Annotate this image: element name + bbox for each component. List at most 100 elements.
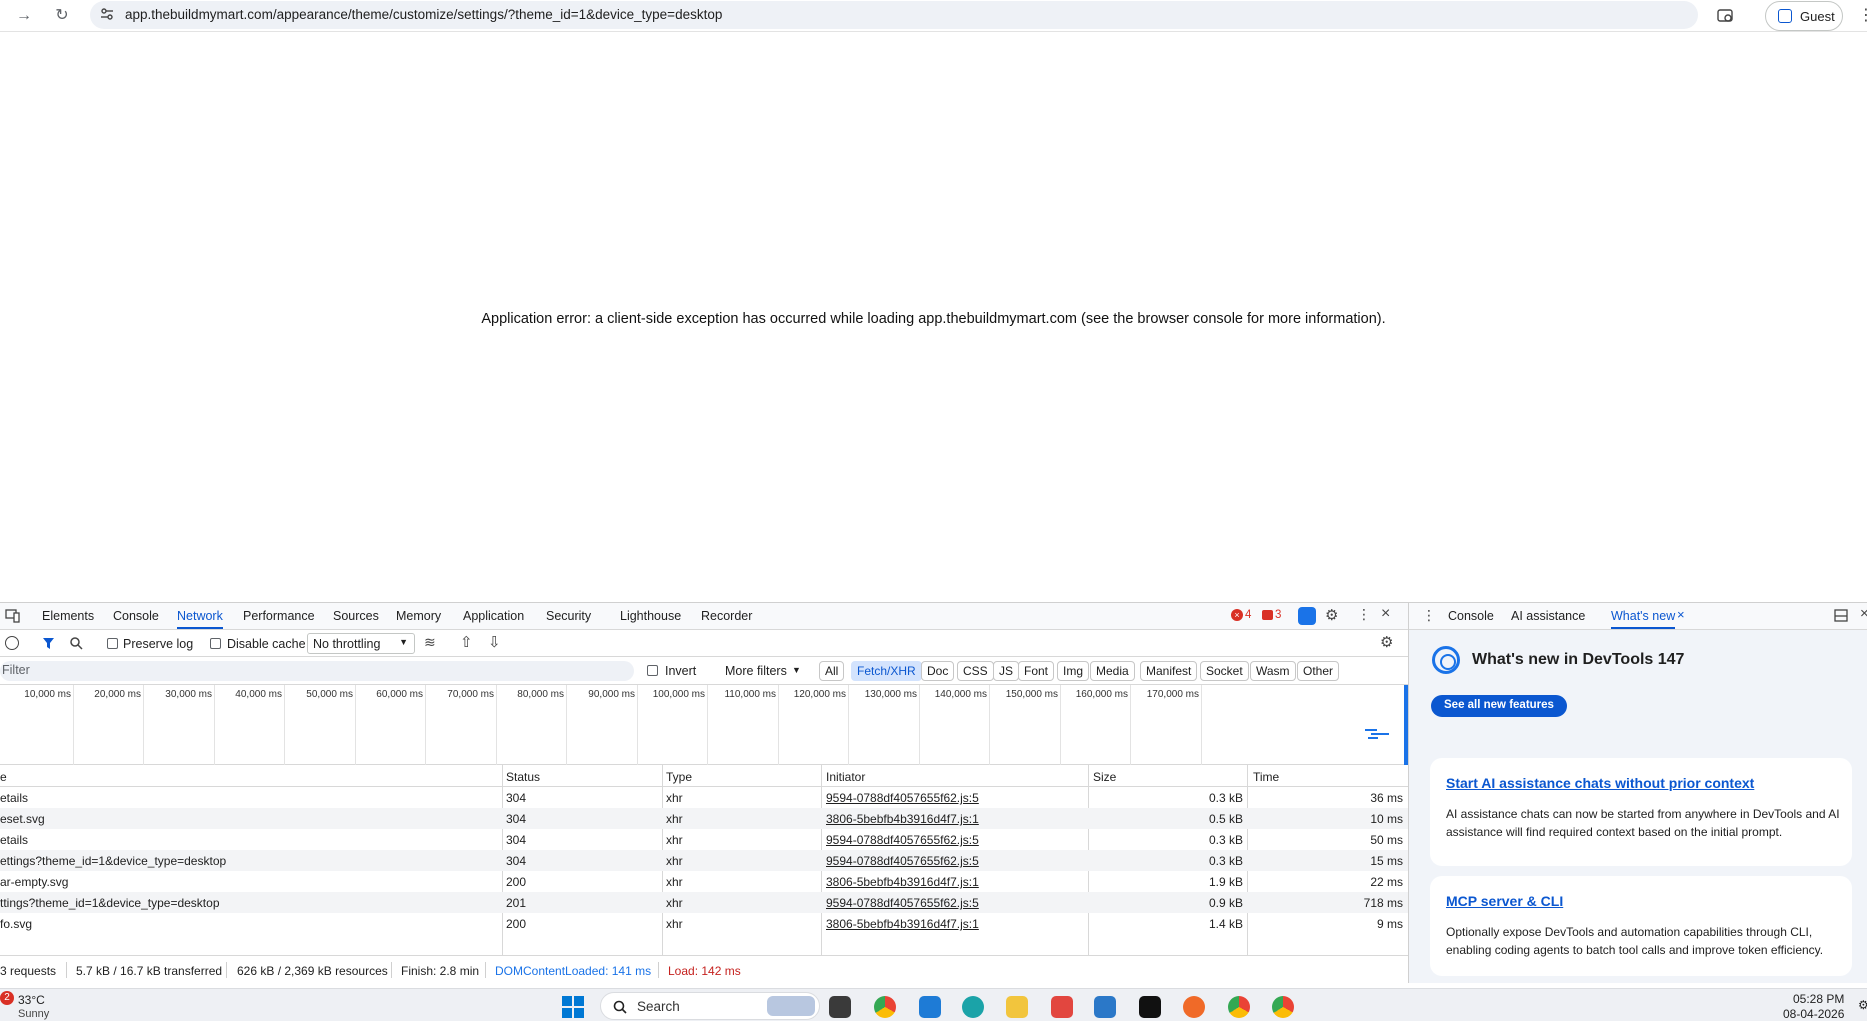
clear-log-icon[interactable] — [5, 636, 19, 650]
chip-css[interactable]: CSS — [957, 661, 994, 681]
request-name[interactable]: fo.svg — [0, 917, 32, 931]
chip-font[interactable]: Font — [1018, 661, 1055, 681]
chip-media[interactable]: Media — [1090, 661, 1135, 681]
table-row[interactable]: eset.svg 304 xhr 3806-5bebfb4b3916d4f7.j… — [0, 808, 1408, 829]
error-icon[interactable]: × — [1231, 609, 1243, 621]
issue-count[interactable]: 3 — [1275, 609, 1281, 621]
col-name[interactable]: e — [0, 770, 7, 784]
col-initiator[interactable]: Initiator — [826, 770, 865, 784]
terminal-icon[interactable] — [1139, 996, 1161, 1018]
table-row[interactable]: ettings?theme_id=1&device_type=desktop 3… — [0, 850, 1408, 871]
close-devtools-icon[interactable]: × — [1381, 605, 1390, 623]
chip-doc[interactable]: Doc — [921, 661, 955, 681]
address-bar[interactable]: app.thebuildmymart.com/appearance/theme/… — [90, 1, 1698, 29]
clock-date[interactable]: 08-04-2026 — [1783, 1007, 1844, 1021]
col-time[interactable]: Time — [1253, 770, 1279, 784]
chip-img[interactable]: Img — [1057, 661, 1090, 681]
request-initiator[interactable]: 9594-0788df4057655f62.js:5 — [826, 854, 979, 868]
col-status[interactable]: Status — [506, 770, 540, 784]
chip-other[interactable]: Other — [1297, 661, 1340, 681]
browser-menu-icon[interactable]: ⋮ — [1858, 5, 1867, 25]
edge-icon[interactable] — [962, 996, 984, 1018]
request-initiator[interactable]: 3806-5bebfb4b3916d4f7.js:1 — [826, 917, 979, 931]
ai-assistance-icon[interactable] — [1298, 607, 1316, 625]
filter-funnel-icon[interactable] — [42, 637, 56, 650]
tab-console[interactable]: Console — [113, 609, 159, 623]
feature-card-title[interactable]: Start AI assistance chats without prior … — [1446, 775, 1754, 791]
request-name[interactable]: etails — [0, 791, 28, 805]
reload-icon[interactable]: ↻ — [52, 6, 72, 26]
drawer-tab-ai-assistance[interactable]: AI assistance — [1511, 609, 1585, 623]
timeline-overview[interactable]: 10,000 ms 20,000 ms 30,000 ms 40,000 ms 50,0… — [0, 685, 1408, 765]
table-row[interactable]: ar-empty.svg 200 xhr 3806-5bebfb4b3916d4… — [0, 871, 1408, 892]
notepad-icon[interactable] — [1094, 996, 1116, 1018]
file-explorer-icon[interactable] — [1006, 996, 1028, 1018]
device-toolbar-icon[interactable] — [5, 609, 20, 623]
temperature[interactable]: 33°C — [18, 993, 45, 1007]
chrome-icon[interactable] — [874, 996, 896, 1018]
notification-icon[interactable]: ⚙ — [1858, 998, 1867, 1012]
lens-search-icon[interactable] — [1717, 7, 1735, 25]
drawer-tab-whats-new[interactable]: What's new — [1611, 609, 1676, 629]
see-all-features-button[interactable]: See all new features — [1431, 695, 1567, 717]
drawer-menu-icon[interactable]: ⋮ — [1422, 607, 1436, 624]
tab-lighthouse[interactable]: Lighthouse — [620, 609, 681, 623]
search-icon[interactable] — [69, 636, 83, 650]
col-size[interactable]: Size — [1093, 770, 1116, 784]
invert-checkbox[interactable] — [647, 665, 658, 676]
taskbar-search[interactable]: Search — [600, 992, 820, 1020]
col-type[interactable]: Type — [666, 770, 692, 784]
chip-socket[interactable]: Socket — [1200, 661, 1249, 681]
export-har-icon[interactable]: ⇩ — [488, 633, 501, 651]
request-initiator[interactable]: 3806-5bebfb4b3916d4f7.js:1 — [826, 875, 979, 889]
request-initiator[interactable]: 3806-5bebfb4b3916d4f7.js:1 — [826, 812, 979, 826]
snipping-tool-icon[interactable] — [1051, 996, 1073, 1018]
request-name[interactable]: eset.svg — [0, 812, 45, 826]
dock-side-icon[interactable] — [1834, 609, 1848, 622]
chrome-profile-icon[interactable] — [1228, 996, 1250, 1018]
issues-icon[interactable] — [1262, 610, 1273, 620]
table-row[interactable]: fo.svg 200 xhr 3806-5bebfb4b3916d4f7.js:… — [0, 913, 1408, 934]
table-row[interactable]: etails 304 xhr 9594-0788df4057655f62.js:… — [0, 787, 1408, 808]
tab-network[interactable]: Network — [177, 609, 223, 629]
request-initiator[interactable]: 9594-0788df4057655f62.js:5 — [826, 791, 979, 805]
throttling-select[interactable]: No throttling ▼ — [307, 633, 415, 654]
chip-manifest[interactable]: Manifest — [1140, 661, 1198, 681]
profile-button[interactable]: Guest — [1765, 1, 1843, 31]
settings-gear-icon[interactable]: ⚙ — [1325, 606, 1338, 624]
chip-all[interactable]: All — [819, 661, 845, 681]
error-count[interactable]: 4 — [1245, 609, 1251, 621]
more-filters-dropdown[interactable]: More filters — [725, 664, 787, 678]
tab-security[interactable]: Security — [546, 609, 591, 623]
forward-arrow-icon[interactable]: → — [14, 6, 34, 26]
chrome-guest-icon[interactable] — [1272, 996, 1294, 1018]
network-conditions-icon[interactable]: ≋ — [424, 634, 436, 651]
disable-cache-checkbox[interactable] — [210, 638, 221, 649]
postman-icon[interactable] — [1183, 996, 1205, 1018]
tab-elements[interactable]: Elements — [42, 609, 94, 623]
drawer-tab-console[interactable]: Console — [1448, 609, 1494, 623]
tab-application[interactable]: Application — [463, 609, 524, 623]
chip-fetch-xhr[interactable]: Fetch/XHR — [851, 661, 922, 681]
site-settings-icon[interactable] — [100, 7, 114, 21]
chip-js[interactable]: JS — [993, 661, 1020, 681]
request-initiator[interactable]: 9594-0788df4057655f62.js:5 — [826, 896, 979, 910]
chip-wasm[interactable]: Wasm — [1250, 661, 1296, 681]
feature-card-title[interactable]: MCP server & CLI — [1446, 893, 1563, 909]
filter-input[interactable]: Filter — [0, 661, 634, 681]
preserve-log-checkbox[interactable] — [107, 638, 118, 649]
table-row[interactable]: etails 304 xhr 9594-0788df4057655f62.js:… — [0, 829, 1408, 850]
tab-recorder[interactable]: Recorder — [701, 609, 752, 623]
request-name[interactable]: etails — [0, 833, 28, 847]
network-settings-icon[interactable]: ⚙ — [1380, 633, 1393, 651]
table-row[interactable]: ttings?theme_id=1&device_type=desktop 20… — [0, 892, 1408, 913]
request-name[interactable]: ettings?theme_id=1&device_type=desktop — [0, 854, 226, 868]
task-view-icon[interactable] — [829, 996, 851, 1018]
clock-time[interactable]: 05:28 PM — [1793, 992, 1844, 1006]
url-text[interactable]: app.thebuildmymart.com/appearance/theme/… — [125, 7, 722, 22]
import-har-icon[interactable]: ⇧ — [460, 633, 473, 651]
request-name[interactable]: ar-empty.svg — [0, 875, 68, 889]
more-options-icon[interactable]: ⋮ — [1357, 606, 1371, 623]
close-tab-icon[interactable]: × — [1677, 607, 1685, 622]
tab-memory[interactable]: Memory — [396, 609, 441, 623]
